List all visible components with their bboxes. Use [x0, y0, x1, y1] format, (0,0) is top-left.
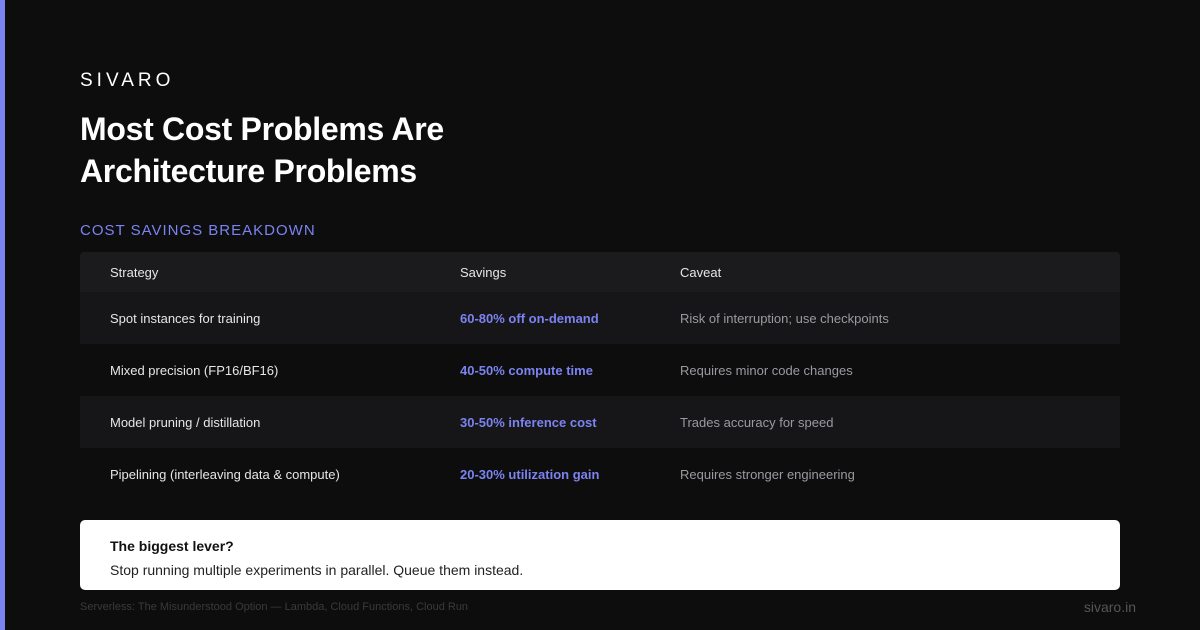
- cell-caveat: Requires stronger engineering: [680, 466, 855, 482]
- cell-strategy: Spot instances for training: [110, 310, 261, 326]
- table-row: Model pruning / distillation 30-50% infe…: [80, 396, 1120, 448]
- cell-savings: 30-50% inference cost: [460, 414, 597, 430]
- callout-card: The biggest lever? Stop running multiple…: [80, 520, 1120, 590]
- cell-caveat: Risk of interruption; use checkpoints: [680, 310, 889, 326]
- callout-title: The biggest lever?: [110, 538, 234, 554]
- table-row: Pipelining (interleaving data & compute)…: [80, 448, 1120, 500]
- section-label: COST SAVINGS BREAKDOWN: [80, 222, 316, 239]
- header-savings: Savings: [460, 264, 507, 280]
- brand-logo: SIVARO: [80, 70, 175, 91]
- title-line-2: Architecture Problems: [80, 153, 417, 189]
- page-title: Most Cost Problems Are Architecture Prob…: [80, 108, 680, 192]
- cell-savings: 60-80% off on-demand: [460, 310, 599, 326]
- footer-next-topic: Serverless: The Misunderstood Option — L…: [80, 601, 469, 613]
- header-caveat: Caveat: [680, 264, 722, 280]
- cell-savings: 40-50% compute time: [460, 362, 593, 378]
- table-row: Mixed precision (FP16/BF16) 40-50% compu…: [80, 344, 1120, 396]
- cell-caveat: Requires minor code changes: [680, 362, 853, 378]
- cell-strategy: Model pruning / distillation: [110, 414, 261, 430]
- footer-domain[interactable]: sivaro.in: [1084, 599, 1136, 615]
- table-row: Spot instances for training 60-80% off o…: [80, 292, 1120, 344]
- cell-caveat: Trades accuracy for speed: [680, 414, 834, 430]
- slide: SIVARO Most Cost Problems Are Architectu…: [0, 0, 1200, 630]
- cell-savings: 20-30% utilization gain: [460, 466, 600, 482]
- accent-bar: [0, 0, 5, 630]
- table-header-row: Strategy Savings Caveat: [80, 252, 1120, 292]
- cell-strategy: Mixed precision (FP16/BF16): [110, 362, 279, 378]
- title-line-1: Most Cost Problems Are: [80, 111, 444, 147]
- cell-strategy: Pipelining (interleaving data & compute): [110, 466, 340, 482]
- callout-body: Stop running multiple experiments in par…: [110, 562, 524, 578]
- header-strategy: Strategy: [110, 264, 159, 280]
- savings-table: Strategy Savings Caveat Spot instances f…: [80, 252, 1120, 500]
